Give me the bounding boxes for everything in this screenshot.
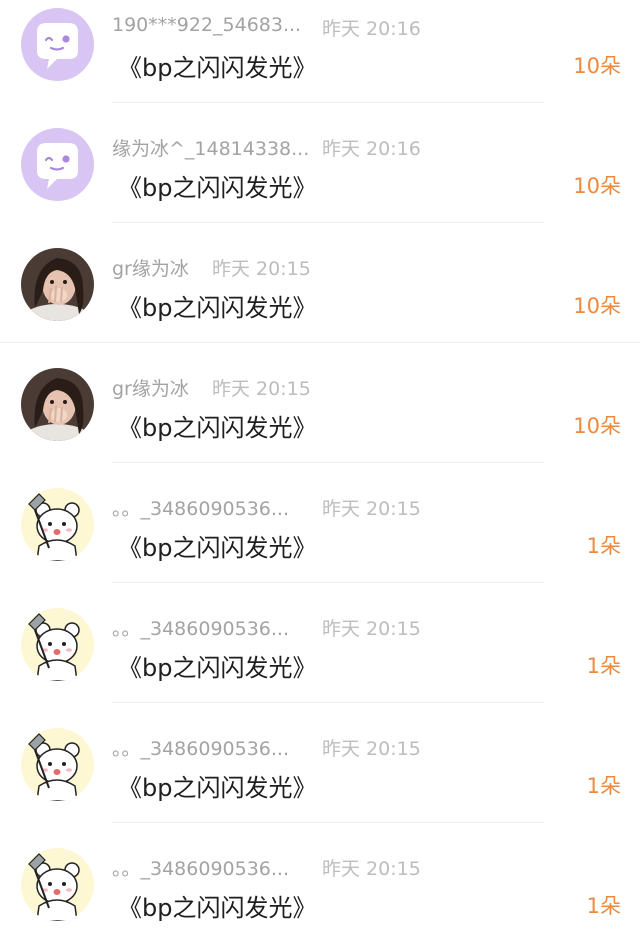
list-item[interactable]: gr缘为冰 昨天 20:15 《bp之闪闪发光》 10朵 — [0, 240, 640, 360]
gift-record-list: 190***922_54683... 昨天 20:16 《bp之闪闪发光》 10… — [0, 0, 640, 933]
divider — [112, 582, 545, 583]
list-item[interactable]: 。。_3486090536... 昨天 20:15 《bp之闪闪发光》 1朵 — [0, 480, 640, 600]
gift-count: 10朵 — [573, 414, 621, 438]
purple-chat-face-icon[interactable] — [21, 128, 94, 201]
username[interactable]: 。。_3486090536... — [112, 734, 289, 761]
username[interactable]: gr缘为冰 — [112, 254, 189, 281]
purple-chat-face-icon[interactable] — [21, 8, 94, 81]
gift-count: 10朵 — [573, 174, 621, 198]
gift-name: 《bp之闪闪发光》 — [118, 174, 317, 202]
timestamp: 昨天 20:15 — [322, 858, 421, 880]
bear-cartoon-avatar[interactable] — [21, 608, 94, 681]
divider — [112, 822, 545, 823]
timestamp: 昨天 20:15 — [212, 258, 311, 280]
divider — [112, 702, 545, 703]
username[interactable]: 。。_3486090536... — [112, 494, 289, 521]
username[interactable]: 。。_3486090536... — [112, 854, 289, 881]
gift-count: 1朵 — [586, 774, 621, 798]
gift-count: 10朵 — [573, 294, 621, 318]
gift-name: 《bp之闪闪发光》 — [118, 54, 317, 82]
timestamp: 昨天 20:15 — [212, 378, 311, 400]
girl-photo-avatar[interactable] — [21, 368, 94, 441]
list-item[interactable]: 190***922_54683... 昨天 20:16 《bp之闪闪发光》 10… — [0, 0, 640, 120]
timestamp: 昨天 20:15 — [322, 498, 421, 520]
username[interactable]: gr缘为冰 — [112, 374, 189, 401]
gift-count: 10朵 — [573, 54, 621, 78]
gift-name: 《bp之闪闪发光》 — [118, 894, 317, 922]
gift-name: 《bp之闪闪发光》 — [118, 654, 317, 682]
timestamp: 昨天 20:16 — [322, 18, 421, 40]
bear-cartoon-avatar[interactable] — [21, 848, 94, 921]
divider — [112, 222, 545, 223]
divider — [112, 102, 545, 103]
list-item[interactable]: 。。_3486090536... 昨天 20:15 《bp之闪闪发光》 1朵 — [0, 720, 640, 840]
gift-count: 1朵 — [586, 894, 621, 918]
divider — [112, 462, 545, 463]
gift-count: 1朵 — [586, 534, 621, 558]
girl-photo-avatar[interactable] — [21, 248, 94, 321]
list-item[interactable]: 缘为冰^_14814338... 昨天 20:16 《bp之闪闪发光》 10朵 — [0, 120, 640, 240]
gift-name: 《bp之闪闪发光》 — [118, 414, 317, 442]
gift-name: 《bp之闪闪发光》 — [118, 294, 317, 322]
list-item[interactable]: 。。_3486090536... 昨天 20:15 《bp之闪闪发光》 1朵 — [0, 600, 640, 720]
username[interactable]: 缘为冰^_14814338... — [112, 134, 309, 161]
gift-count: 1朵 — [586, 654, 621, 678]
timestamp: 昨天 20:15 — [322, 618, 421, 640]
gift-name: 《bp之闪闪发光》 — [118, 774, 317, 802]
divider — [0, 342, 640, 343]
username[interactable]: 。。_3486090536... — [112, 614, 289, 641]
bear-cartoon-avatar[interactable] — [21, 728, 94, 801]
list-item[interactable]: 。。_3486090536... 昨天 20:15 《bp之闪闪发光》 1朵 — [0, 840, 640, 933]
gift-name: 《bp之闪闪发光》 — [118, 534, 317, 562]
list-item[interactable]: gr缘为冰 昨天 20:15 《bp之闪闪发光》 10朵 — [0, 360, 640, 480]
timestamp: 昨天 20:15 — [322, 738, 421, 760]
username[interactable]: 190***922_54683... — [112, 14, 301, 36]
timestamp: 昨天 20:16 — [322, 138, 421, 160]
bear-cartoon-avatar[interactable] — [21, 488, 94, 561]
